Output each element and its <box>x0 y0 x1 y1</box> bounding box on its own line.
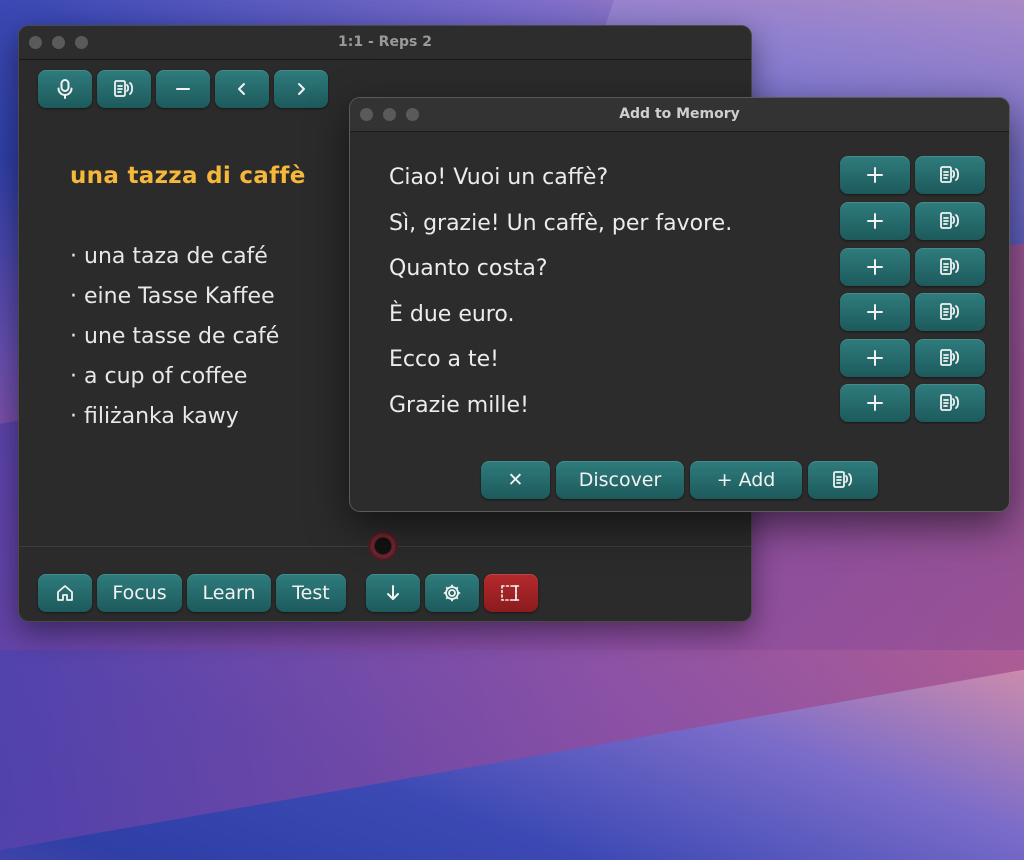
speak-button[interactable] <box>97 70 151 108</box>
test-button[interactable]: Test <box>276 574 346 612</box>
speak-icon <box>939 210 961 232</box>
speak-icon <box>939 256 961 278</box>
discover-button[interactable]: Discover <box>556 461 684 499</box>
minus-button[interactable] <box>156 70 210 108</box>
speak-icon <box>113 78 135 100</box>
speak-phrase-button[interactable] <box>915 293 985 331</box>
speak-phrase-button[interactable] <box>915 156 985 194</box>
next-button[interactable] <box>274 70 328 108</box>
speak-phrase-button[interactable] <box>915 202 985 240</box>
lesson-title: una tazza di caffè <box>70 163 306 189</box>
translation-item: · eine Tasse Kaffee <box>70 284 275 309</box>
phrase-text: Sì, grazie! Un caffè, per favore. <box>389 211 733 236</box>
dialog-title: Add to Memory <box>619 106 740 122</box>
speak-icon <box>939 392 961 414</box>
phrase-text: È due euro. <box>389 302 515 327</box>
translation-item: · una taza de café <box>70 244 268 269</box>
dialog-titlebar[interactable]: Add to Memory <box>350 98 1009 132</box>
phrase-text: Grazie mille! <box>389 393 529 418</box>
plus-icon <box>865 393 885 413</box>
close-dialog-button[interactable]: ✕ <box>481 461 550 499</box>
chevron-left-icon <box>234 80 250 98</box>
phrase-text: Ecco a te! <box>389 347 499 372</box>
add-to-memory-dialog: Add to Memory Ciao! Vuoi un caffè? Sì, g… <box>349 97 1010 512</box>
home-icon <box>55 583 75 603</box>
speak-icon <box>939 164 961 186</box>
add-phrase-button[interactable] <box>840 293 910 331</box>
speak-icon <box>939 301 961 323</box>
focus-button[interactable]: Focus <box>97 574 182 612</box>
phrase-text: Ciao! Vuoi un caffè? <box>389 165 609 190</box>
phrase-text: Quanto costa? <box>389 256 548 281</box>
plus-icon <box>865 257 885 277</box>
select-text-button[interactable] <box>484 574 538 612</box>
speak-phrase-button[interactable] <box>915 248 985 286</box>
plus-icon <box>865 165 885 185</box>
gear-icon <box>442 583 462 603</box>
translation-item: · filiżanka kawy <box>70 404 239 429</box>
download-button[interactable] <box>366 574 420 612</box>
translation-list: · una taza de café · eine Tasse Kaffee ·… <box>70 242 279 442</box>
arrow-down-icon <box>384 583 402 603</box>
minus-icon <box>174 80 192 98</box>
chevron-right-icon <box>293 80 309 98</box>
plus-icon <box>865 302 885 322</box>
add-phrase-button[interactable] <box>840 248 910 286</box>
plus-icon <box>865 211 885 231</box>
text-selection-icon <box>500 583 522 603</box>
speak-phrase-button[interactable] <box>915 384 985 422</box>
translation-item: · a cup of coffee <box>70 364 248 389</box>
microphone-icon <box>55 78 75 100</box>
speak-icon <box>939 347 961 369</box>
plus-icon <box>865 348 885 368</box>
speak-phrase-button[interactable] <box>915 339 985 377</box>
learn-button[interactable]: Learn <box>187 574 271 612</box>
settings-button[interactable] <box>425 574 479 612</box>
speak-all-button[interactable] <box>808 461 878 499</box>
record-indicator[interactable] <box>368 531 398 561</box>
translation-item: · une tasse de café <box>70 324 280 349</box>
main-titlebar[interactable]: 1:1 - Reps 2 <box>19 26 751 60</box>
previous-button[interactable] <box>215 70 269 108</box>
add-phrase-button[interactable] <box>840 339 910 377</box>
home-button[interactable] <box>38 574 92 612</box>
add-phrase-button[interactable] <box>840 384 910 422</box>
add-phrase-button[interactable] <box>840 202 910 240</box>
add-phrase-button[interactable] <box>840 156 910 194</box>
add-button[interactable]: + Add <box>690 461 802 499</box>
speak-icon <box>832 469 854 491</box>
window-title: 1:1 - Reps 2 <box>338 34 432 50</box>
microphone-button[interactable] <box>38 70 92 108</box>
